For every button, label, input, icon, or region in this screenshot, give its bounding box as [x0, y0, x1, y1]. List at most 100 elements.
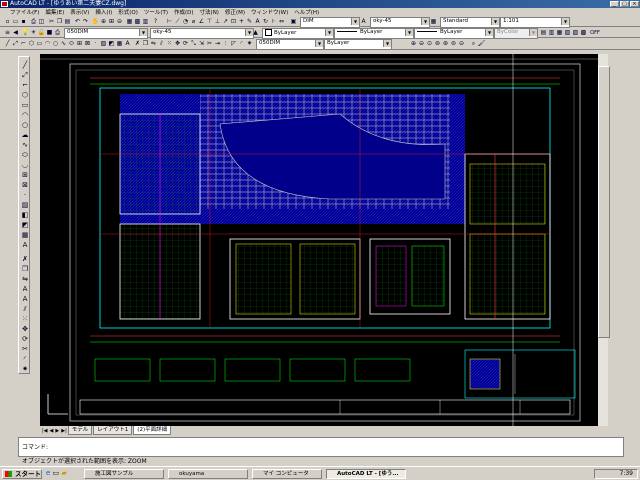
table-style-icon[interactable]: ▦ — [430, 18, 437, 25]
menu-modify[interactable]: 修正(M) — [225, 8, 245, 16]
task-sample[interactable]: 施工図サンプル — [84, 469, 164, 479]
rect-tool-icon[interactable]: ▭ — [21, 101, 29, 109]
chevron-down-icon[interactable]: ▼ — [405, 29, 413, 36]
layer-combo-b[interactable]: 050DIM ▼ — [256, 39, 324, 50]
zoom-extents-icon[interactable]: ⊚ — [434, 40, 441, 47]
region-icon[interactable]: ◩ — [108, 40, 115, 47]
dim-update-icon[interactable]: ↻ — [262, 18, 269, 25]
layer-color-icon[interactable]: ■ — [46, 29, 53, 36]
ellipse-arc-tool-icon[interactable]: ◡ — [21, 161, 29, 169]
layer-lock-icon[interactable]: 🔓 — [38, 29, 45, 36]
start-button[interactable]: スタート — [2, 469, 42, 479]
ellipse-icon[interactable]: ⬭ — [68, 40, 75, 47]
layer-on-icon[interactable]: 💡 — [22, 29, 29, 36]
chevron-down-icon[interactable]: ▼ — [491, 18, 499, 25]
dim-linear-icon[interactable]: ⊢ — [166, 18, 173, 25]
array-tool-icon[interactable]: ⁙ — [21, 315, 29, 323]
toolbar-icon-b[interactable]: ▥ — [548, 29, 555, 36]
break-icon[interactable]: ⫶ — [222, 40, 229, 47]
dim-angular-icon[interactable]: ∠ — [198, 18, 205, 25]
mtext-icon[interactable]: A — [124, 40, 131, 47]
insert-tool-icon[interactable]: ⊞ — [21, 171, 29, 179]
circle-tool-icon[interactable]: ○ — [21, 121, 29, 129]
tolerance-icon[interactable]: ⊡ — [230, 18, 237, 25]
chevron-down-icon[interactable]: ▼ — [485, 29, 493, 36]
layer-previous-icon[interactable]: ◀ — [12, 29, 19, 36]
close-button[interactable]: × — [630, 1, 639, 7]
command-line[interactable]: コマンド: — [18, 437, 624, 457]
scrollbar-thumb[interactable] — [598, 66, 610, 338]
design-center-icon[interactable]: ▩ — [134, 18, 141, 25]
insert-block-icon[interactable]: ⊞ — [76, 40, 83, 47]
toolbar-icon-f[interactable]: ▩ — [580, 29, 587, 36]
new-icon[interactable]: ▫ — [4, 18, 11, 25]
chevron-down-icon[interactable]: ▼ — [421, 18, 429, 25]
dtext-tool-icon[interactable]: A — [21, 295, 29, 303]
tab-layout2[interactable]: (2)平面詳細 — [133, 426, 172, 435]
zoom-object-icon[interactable]: ⊝ — [458, 40, 465, 47]
menu-window[interactable]: ウィンドウ(W) — [251, 8, 288, 16]
tab-model[interactable]: モデル — [67, 426, 93, 435]
menu-help[interactable]: ヘルプ(H) — [294, 8, 319, 16]
dim-radius-icon[interactable]: ◔ — [182, 18, 189, 25]
dim-continue-icon[interactable]: ⊥ — [214, 18, 221, 25]
ellipse-tool-icon[interactable]: ⬭ — [21, 151, 29, 159]
move-icon[interactable]: ✥ — [174, 40, 181, 47]
explode-icon[interactable]: ✷ — [246, 40, 253, 47]
drawing-canvas[interactable] — [40, 54, 598, 426]
menu-dimension[interactable]: 寸法(N) — [200, 8, 219, 16]
menu-edit[interactable]: 編集(E) — [45, 8, 64, 16]
hatch-tool-icon[interactable]: ▨ — [21, 201, 29, 209]
autocad-app-icon[interactable] — [1, 1, 8, 7]
undo-icon[interactable]: ↶ — [74, 18, 81, 25]
menu-file[interactable]: ファイル(F) — [10, 8, 39, 16]
off-toggle[interactable]: OFF — [590, 29, 600, 36]
task-autocad[interactable]: AutoCAD LT - [ゆう... — [326, 469, 406, 479]
revcloud-tool-icon[interactable]: ☁ — [21, 131, 29, 139]
tab-nav-first-icon[interactable]: |◀ — [42, 428, 48, 434]
menu-insert[interactable]: 挿入(I) — [95, 8, 112, 16]
menu-tools[interactable]: ツール(T) — [144, 8, 168, 16]
paste-icon[interactable]: ▤ — [64, 18, 71, 25]
quick-dim-icon[interactable]: ⇔ — [278, 18, 285, 25]
mirror-tool-icon[interactable]: ⇋ — [21, 275, 29, 283]
arc-icon[interactable]: ◠ — [44, 40, 51, 47]
toolbar-icon-c[interactable]: ▦ — [556, 29, 563, 36]
menu-draw[interactable]: 作成(D) — [174, 8, 194, 16]
make-current-icon[interactable]: ▲ — [252, 29, 259, 36]
tool-palette-icon[interactable]: ▥ — [142, 18, 149, 25]
dim-aligned-icon[interactable]: ⟋ — [174, 18, 181, 25]
erase-tool-icon[interactable]: ✗ — [21, 255, 29, 263]
pan-icon[interactable]: ✋ — [92, 18, 99, 25]
offset-tool-icon[interactable]: ⫽ — [21, 305, 29, 313]
center-mark-icon[interactable]: + — [238, 18, 245, 25]
match-properties-icon[interactable]: 🖌 — [478, 40, 486, 47]
spline-icon[interactable]: ∿ — [60, 40, 67, 47]
zoom-center-icon[interactable]: ⊜ — [450, 40, 457, 47]
print-icon[interactable]: ⎙ — [30, 18, 37, 25]
toolbar-icon-e[interactable]: ▨ — [572, 29, 579, 36]
fillet-icon[interactable]: ◜ — [238, 40, 245, 47]
arc-tool-icon[interactable]: ◠ — [21, 111, 29, 119]
spline-tool-icon[interactable]: ∿ — [21, 141, 29, 149]
rotate-tool-icon[interactable]: ⟳ — [21, 335, 29, 343]
tab-nav-last-icon[interactable]: ▶| — [61, 428, 67, 434]
zoom-window-icon[interactable]: ⊞ — [108, 18, 115, 25]
circle-icon[interactable]: ○ — [52, 40, 59, 47]
cut-icon[interactable]: ✂ — [48, 18, 55, 25]
make-block-icon[interactable]: ⊠ — [84, 40, 91, 47]
help-icon[interactable]: ? — [152, 18, 159, 25]
fillet-tool-icon[interactable]: ◜ — [21, 355, 29, 363]
maximize-button[interactable]: □ — [620, 1, 629, 7]
copy-object-icon[interactable]: ❐ — [142, 40, 149, 47]
offset-icon[interactable]: ⫽ — [158, 40, 165, 47]
copy-tool-icon[interactable]: ❐ — [21, 265, 29, 273]
zoom-in-icon[interactable]: ⊕ — [410, 40, 417, 47]
polyline-icon[interactable]: ⌐ — [20, 40, 27, 47]
chevron-down-icon[interactable]: ▼ — [139, 29, 147, 36]
line-icon[interactable]: ╱ — [4, 40, 11, 47]
dim-style-icon[interactable]: ▣ — [290, 18, 297, 25]
line-tool-icon[interactable]: ╱ — [21, 61, 29, 69]
layer-freeze-icon[interactable]: ☀ — [30, 29, 37, 36]
save-icon[interactable]: ▪ — [20, 18, 27, 25]
